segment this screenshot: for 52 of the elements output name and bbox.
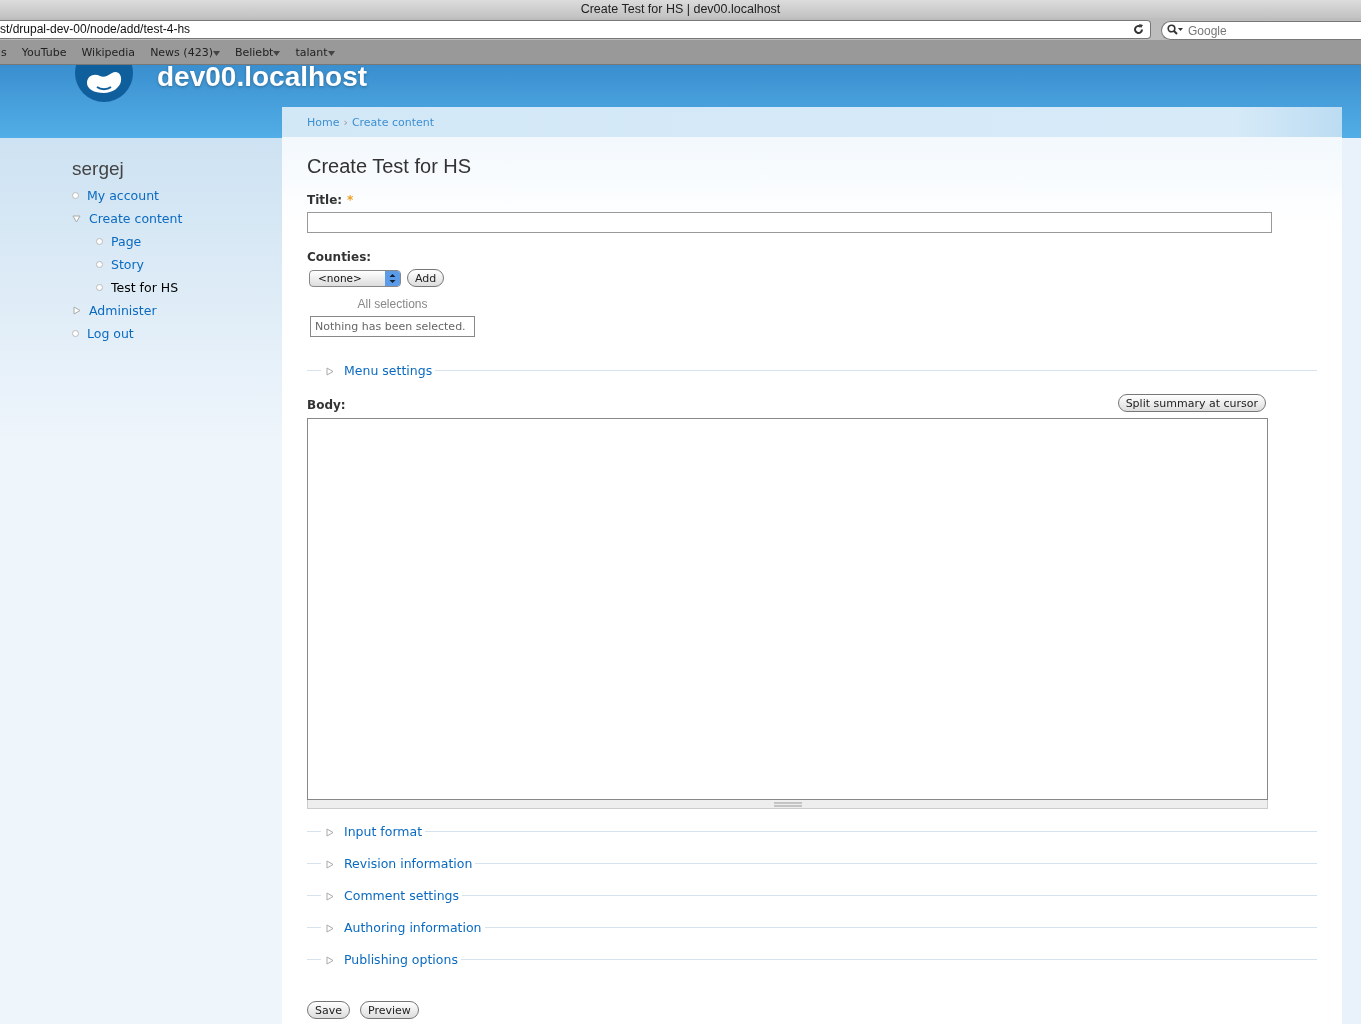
reload-icon[interactable] — [1133, 23, 1144, 35]
window-title: Create Test for HS | dev00.localhost — [580, 2, 781, 16]
fieldset-legend[interactable]: Input format — [334, 823, 426, 839]
bookmark-item[interactable]: s — [1, 45, 7, 59]
sidebar-menu-item[interactable]: Create content — [72, 207, 282, 230]
add-button[interactable]: Add — [407, 269, 445, 287]
sidebar-menu-item[interactable]: My account — [72, 184, 282, 207]
bullet-icon — [96, 284, 103, 291]
breadcrumb-separator: › — [343, 115, 348, 129]
user-name: sergej — [72, 158, 125, 180]
sidebar-menu-item[interactable]: Log out — [72, 322, 282, 345]
site-name[interactable]: dev00.localhost — [157, 65, 368, 93]
fieldset-legend[interactable]: Menu settings — [334, 362, 436, 378]
address-field[interactable]: st/drupal-dev-00/node/add/test-4-hs — [0, 19, 1151, 39]
form-button[interactable]: Preview — [360, 1001, 419, 1019]
sidebar-menu-item[interactable]: Test for HS — [96, 276, 282, 299]
selections-box: Nothing has been selected. — [310, 316, 475, 337]
search-icon — [1167, 23, 1183, 35]
title-input[interactable] — [307, 212, 1272, 233]
search-field[interactable]: Google — [1161, 21, 1361, 40]
bullet-icon — [72, 330, 79, 337]
fieldset-legend[interactable]: Revision information — [334, 855, 476, 871]
bookmark-item[interactable]: YouTube — [21, 45, 67, 59]
counties-select[interactable]: <none> — [309, 269, 401, 287]
grip-lines-icon — [773, 801, 802, 807]
caret-icon — [212, 50, 220, 56]
required-marker: * — [347, 193, 354, 207]
selections-heading: All selections — [357, 297, 428, 311]
field-label: Title: * — [307, 193, 355, 207]
select-arrows-icon — [385, 270, 400, 286]
form-button[interactable]: Save — [307, 1001, 350, 1019]
fieldset-legend[interactable]: Authoring information — [334, 919, 485, 935]
caret-icon — [327, 50, 335, 56]
bullet-icon — [96, 238, 103, 245]
fieldset-legend[interactable]: Comment settings — [334, 887, 463, 903]
bookmark-item[interactable]: talant — [295, 45, 335, 59]
caret-icon — [273, 50, 281, 56]
split-summary-button[interactable]: Split summary at cursor — [1117, 394, 1266, 412]
bookmark-item[interactable]: News (423) — [150, 45, 220, 59]
bullet-icon — [96, 261, 103, 268]
field-label: Body: — [307, 398, 346, 412]
bookmark-item[interactable]: Wikipedia — [81, 45, 136, 59]
drop-logo-icon — [75, 65, 133, 103]
sidebar-menu-item[interactable]: Story — [96, 253, 282, 276]
bullet-icon — [72, 192, 79, 199]
fieldset-legend[interactable]: Publishing options — [334, 951, 461, 967]
page-title: Create Test for HS — [307, 155, 473, 178]
sidebar-menu-item[interactable]: Administer — [72, 299, 282, 322]
bookmark-item[interactable]: Beliebt — [234, 45, 281, 59]
resize-grip[interactable] — [307, 800, 1268, 809]
sidebar-menu-item[interactable]: Page — [96, 230, 282, 253]
field-label: Counties: — [307, 250, 373, 264]
